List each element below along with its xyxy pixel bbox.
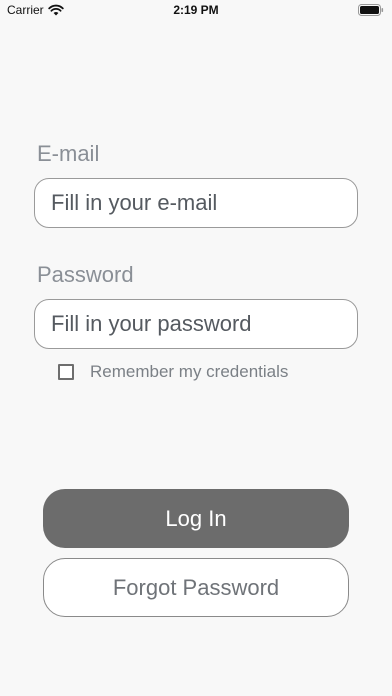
forgot-password-button[interactable]: Forgot Password — [43, 558, 349, 617]
email-label: E-mail — [37, 141, 100, 166]
password-placeholder: Fill in your password — [51, 311, 252, 336]
password-label: Password — [37, 262, 134, 287]
email-field[interactable]: Fill in your e-mail — [34, 178, 358, 228]
forgot-password-label: Forgot Password — [112, 574, 280, 600]
battery-icon — [358, 4, 384, 16]
status-bar: Carrier 2:19 PM — [0, 0, 392, 22]
login-screen: Carrier 2:19 PM E-mail Fill in your e-ma… — [0, 0, 392, 696]
email-placeholder: Fill in your e-mail — [51, 190, 218, 215]
login-button[interactable]: Log In — [43, 489, 349, 548]
status-time: 2:19 PM — [173, 3, 219, 17]
login-button-label: Log In — [165, 505, 227, 531]
remember-credentials-row[interactable]: Remember my credentials — [58, 362, 288, 382]
password-field[interactable]: Fill in your password — [34, 299, 358, 349]
remember-checkbox[interactable] — [58, 364, 74, 380]
remember-label: Remember my credentials — [90, 362, 289, 381]
